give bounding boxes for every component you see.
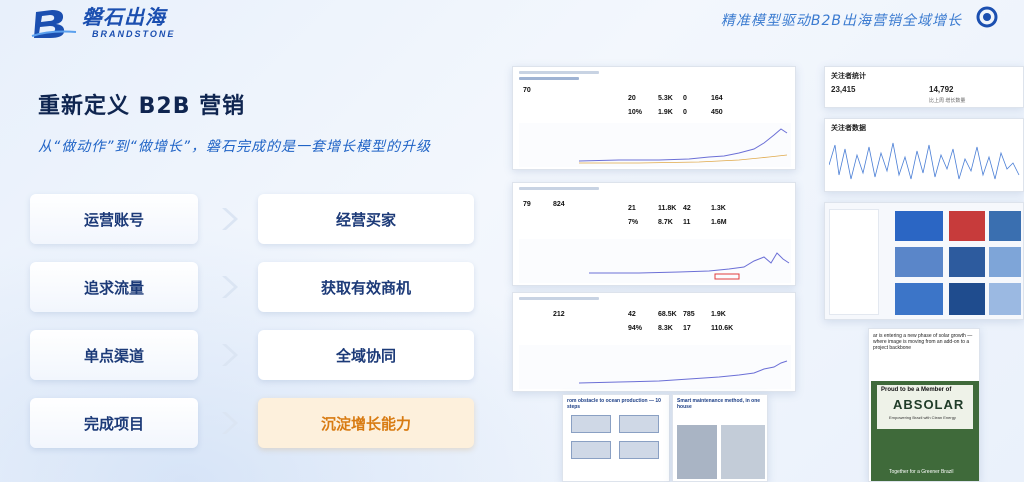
- stats-value: 14,792: [929, 85, 954, 94]
- chevron-right-icon: [222, 276, 238, 298]
- comparison-row: 运营账号 经营买家: [30, 194, 474, 246]
- kpi-value: 10%: [628, 109, 643, 116]
- website-thumbnails: [824, 202, 1024, 320]
- follower-line-chart: [829, 142, 1020, 180]
- to-label: 获取有效商机: [258, 262, 474, 312]
- page-title: 重新定义 B2B 营销: [38, 94, 246, 119]
- from-label: 追求流量: [30, 262, 198, 312]
- kpi-value: 70: [523, 87, 531, 94]
- brand-name-cn: 磐石出海: [82, 5, 166, 29]
- brand-logo: 磐石出海 BRANDSTONE: [30, 6, 175, 40]
- traffic-line-chart: [519, 345, 791, 389]
- badge-subtitle: Empowering Brazil with Clean Energy: [889, 415, 956, 420]
- from-label: 运营账号: [30, 194, 198, 244]
- kpi-value: 94%: [628, 325, 643, 332]
- kpi-value: 21: [628, 205, 636, 212]
- social-post-card: ar is entering a new phase of solar grow…: [868, 328, 980, 482]
- kpi-value: 1.6M: [711, 219, 727, 226]
- kpi-value: 824: [553, 201, 565, 208]
- kpi-value: 8.3K: [658, 325, 673, 332]
- comparison-row: 单点渠道 全域协同: [30, 330, 474, 382]
- kpi-value: 1.9K: [658, 109, 673, 116]
- badge-heading: Proud to be a Member of: [881, 387, 952, 393]
- follower-chart-card: 关注者数据: [824, 118, 1024, 192]
- from-label: 单点渠道: [30, 330, 198, 380]
- kpi-value: 1.3K: [711, 205, 726, 212]
- document-thumbnail: Smart maintenance method, in one house: [672, 394, 768, 482]
- to-label: 全域协同: [258, 330, 474, 380]
- badge-name: ABSOLAR: [893, 397, 965, 412]
- brand-name-en: BRANDSTONE: [92, 29, 176, 39]
- kpi-value: 785: [683, 311, 695, 318]
- post-image: Proud to be a Member of ABSOLAR Empoweri…: [871, 381, 979, 481]
- kpi-value: 79: [523, 201, 531, 208]
- kpi-value: 0: [683, 109, 687, 116]
- document-title: rom obstacle to ocean production — 10 st…: [567, 398, 661, 410]
- kpi-value: 7%: [628, 219, 639, 226]
- analytics-screenshot: 212 42 68.5K 785 1.9K 94% 8.3K 17 110.6K: [512, 292, 796, 392]
- post-text: ar is entering a new phase of solar grow…: [873, 333, 973, 351]
- kpi-value: 11: [683, 219, 691, 226]
- circle-logo-icon: [976, 6, 998, 28]
- stats-title: 关注者统计: [831, 73, 866, 80]
- kpi-value: 0: [683, 95, 687, 102]
- kpi-value: 68.5K: [658, 311, 677, 318]
- comparison-row: 追求流量 获取有效商机: [30, 262, 474, 314]
- kpi-value: 11.8K: [658, 205, 677, 212]
- chevron-right-icon: [222, 412, 238, 434]
- from-label: 完成项目: [30, 398, 198, 448]
- kpi-value: 164: [711, 95, 723, 102]
- traffic-line-chart: [519, 239, 791, 283]
- page-subtitle: 从“做动作”到“做增长”，磐石完成的是一套增长模型的升级: [38, 139, 432, 155]
- kpi-value: 42: [683, 205, 691, 212]
- document-title: Smart maintenance method, in one house: [677, 398, 761, 410]
- traffic-line-chart: [519, 123, 791, 167]
- chevron-right-icon: [222, 208, 238, 230]
- brandstone-logo-icon: [31, 10, 77, 38]
- badge-footer: Together for a Greener Brazil: [889, 469, 954, 475]
- comparison-row: 完成项目 沉淀增长能力: [30, 398, 474, 450]
- stats-title: 关注者数据: [831, 125, 866, 132]
- chevron-right-icon: [222, 344, 238, 366]
- stats-value: 23,415: [831, 85, 856, 94]
- kpi-value: 450: [711, 109, 723, 116]
- header-tagline: 精准模型驱动B2B出海营销全域增长: [720, 13, 962, 29]
- analytics-screenshot: 70 20 5.3K 0 164 10% 1.9K 0 450: [512, 66, 796, 170]
- kpi-value: 1.9K: [711, 311, 726, 318]
- analytics-screenshot: 79 824 21 11.8K 42 1.3K 7% 8.7K 11 1.6M: [512, 182, 796, 286]
- kpi-value: 20: [628, 95, 636, 102]
- kpi-value: 8.7K: [658, 219, 673, 226]
- kpi-value: 110.6K: [711, 325, 734, 332]
- to-label: 经营买家: [258, 194, 474, 244]
- kpi-value: 212: [553, 311, 565, 318]
- kpi-value: 42: [628, 311, 636, 318]
- follower-stats-card: 关注者统计 23,415 14,792 比上周 增长数量: [824, 66, 1024, 108]
- kpi-value: 5.3K: [658, 95, 673, 102]
- kpi-value: 17: [683, 325, 691, 332]
- stats-caption: 比上周 增长数量: [929, 98, 966, 104]
- to-label-highlight: 沉淀增长能力: [258, 398, 474, 448]
- document-thumbnail: rom obstacle to ocean production — 10 st…: [562, 394, 670, 482]
